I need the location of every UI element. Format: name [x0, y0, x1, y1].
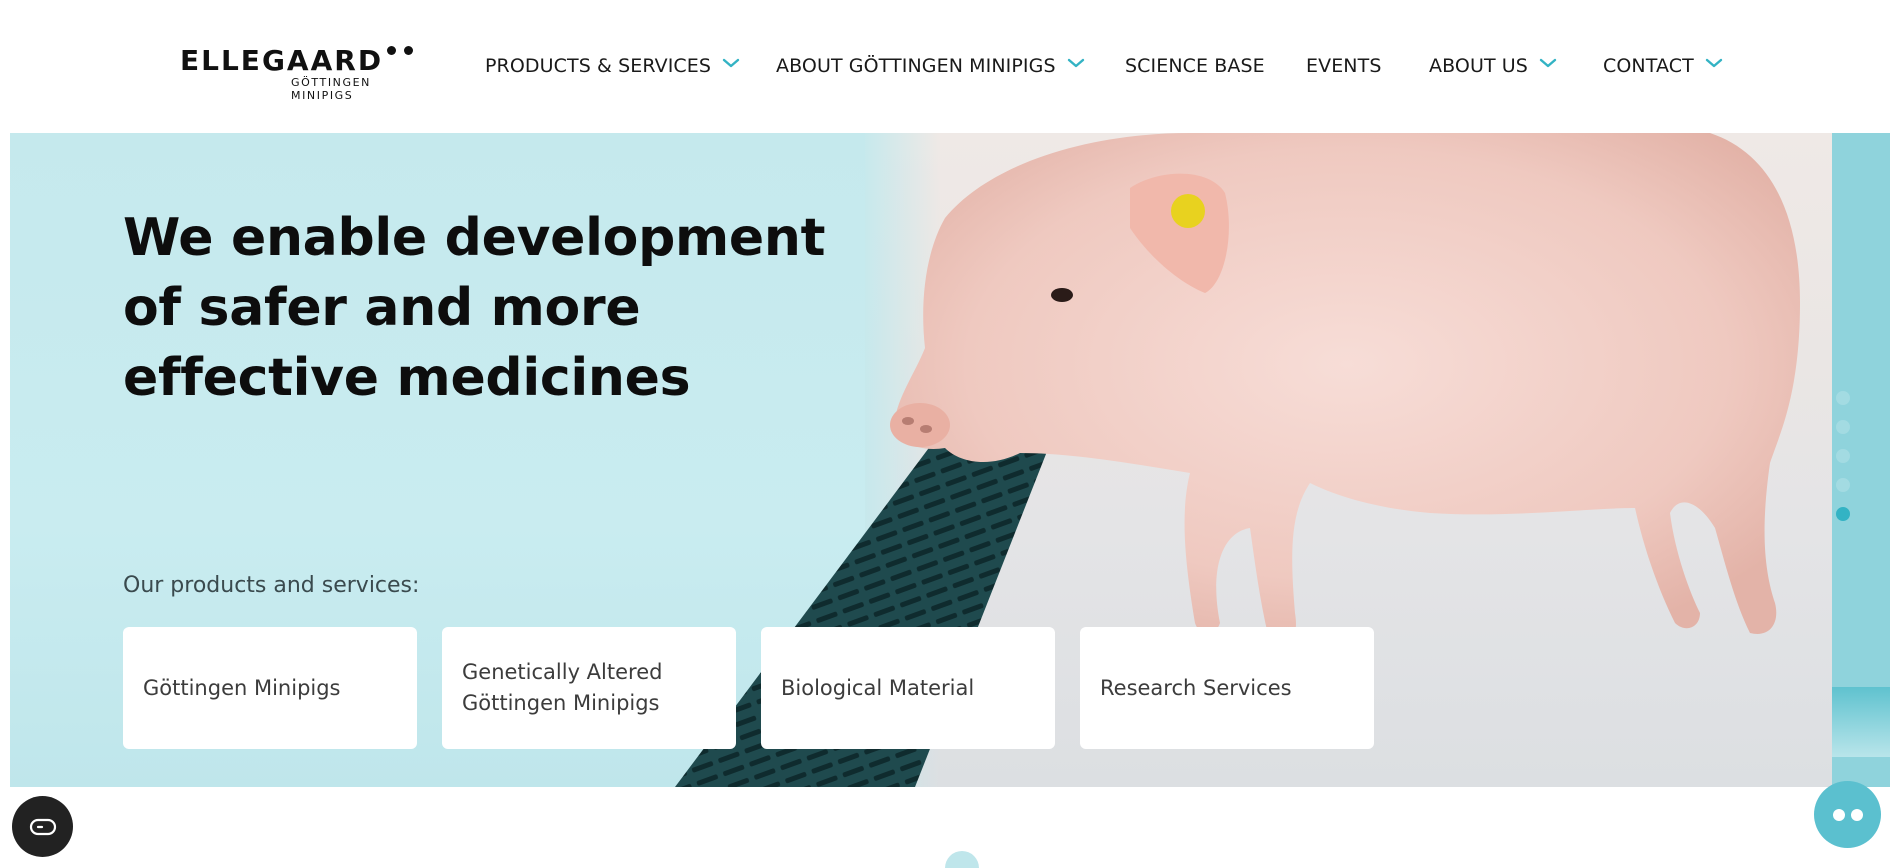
card-label: Genetically Altered Göttingen Minipigs	[462, 660, 663, 715]
slide-dot[interactable]	[1836, 449, 1850, 463]
card-gottingen-minipigs[interactable]: Göttingen Minipigs	[123, 627, 417, 749]
card-research-services[interactable]: Research Services	[1080, 627, 1374, 749]
accessibility-button[interactable]	[12, 796, 73, 857]
hero-headline: We enable development of safer and more …	[123, 208, 826, 408]
nav-item-about-us[interactable]: ABOUT US	[1429, 52, 1557, 80]
nav-item-label: EVENTS	[1306, 55, 1382, 77]
card-biological-material[interactable]: Biological Material	[761, 627, 1055, 749]
main-nav: PRODUCTS & SERVICES ABOUT GÖTTINGEN MINI…	[0, 52, 1901, 80]
nav-item-events[interactable]: EVENTS	[1306, 52, 1382, 80]
nav-item-science-base[interactable]: SCIENCE BASE	[1125, 52, 1265, 80]
products-label: Our products and services:	[123, 573, 420, 598]
chat-icon	[1850, 808, 1863, 821]
chat-icon	[1832, 808, 1845, 821]
card-label: Biological Material	[781, 675, 975, 700]
slide-dot[interactable]	[1836, 478, 1850, 492]
chevron-down-icon	[1705, 57, 1723, 69]
nav-item-products-services[interactable]: PRODUCTS & SERVICES	[485, 52, 740, 80]
site-header: ELLEGAARD GÖTTINGEN MINIPIGS PRODUCTS & …	[0, 0, 1901, 133]
chevron-down-icon	[722, 57, 740, 69]
slide-dot[interactable]	[1836, 420, 1850, 434]
slide-pagination	[1836, 391, 1850, 531]
card-genetically-altered-minipigs[interactable]: Genetically Altered Göttingen Minipigs	[442, 627, 736, 749]
nav-item-label: CONTACT	[1603, 55, 1694, 77]
card-label: Research Services	[1100, 675, 1292, 700]
slide-dot-active[interactable]	[1836, 507, 1850, 521]
nav-item-about-gottingen-minipigs[interactable]: ABOUT GÖTTINGEN MINIPIGS	[776, 52, 1085, 80]
nav-item-label: ABOUT US	[1429, 55, 1528, 77]
chevron-down-icon	[1539, 57, 1557, 69]
nav-item-label: SCIENCE BASE	[1125, 55, 1265, 77]
slide-dot[interactable]	[1836, 391, 1850, 405]
nav-item-contact[interactable]: CONTACT	[1603, 52, 1723, 80]
scroll-indicator[interactable]	[945, 851, 979, 868]
chevron-down-icon	[1067, 57, 1085, 69]
hero-slider: We enable development of safer and more …	[10, 133, 1890, 787]
nav-item-label: PRODUCTS & SERVICES	[485, 55, 712, 77]
nav-item-label: ABOUT GÖTTINGEN MINIPIGS	[776, 55, 1056, 77]
chat-button[interactable]	[1814, 781, 1881, 848]
card-label: Göttingen Minipigs	[143, 675, 341, 700]
accessibility-icon	[29, 818, 56, 835]
